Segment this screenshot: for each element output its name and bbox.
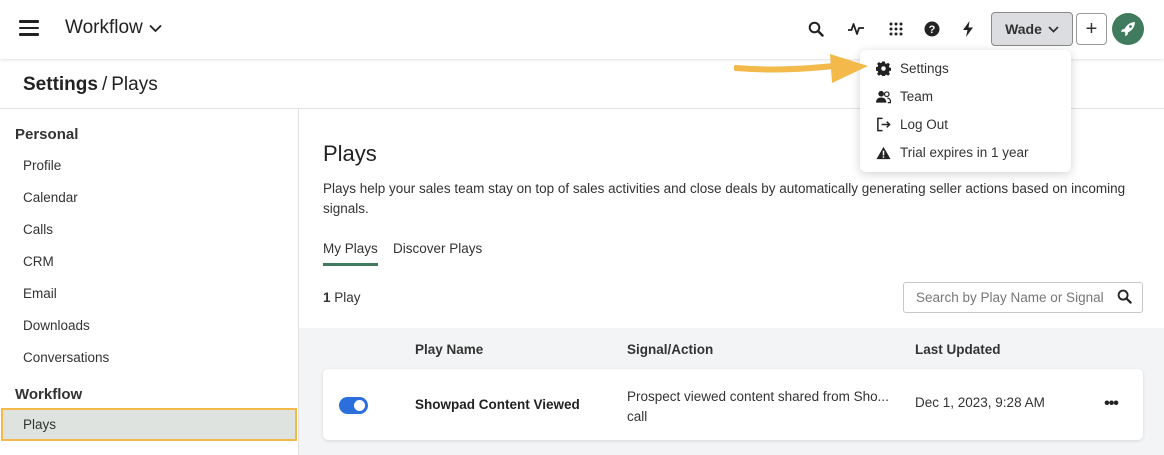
tab-my-plays[interactable]: My Plays — [323, 241, 378, 266]
sidebar-group-workflow: Workflow — [15, 386, 83, 403]
menu-item-trial-status: Trial expires in 1 year — [876, 145, 1029, 160]
page-title: Plays — [323, 141, 377, 166]
gear-icon — [876, 61, 891, 76]
search-icon[interactable] — [1117, 289, 1132, 309]
play-signal-action: Prospect viewed content shared from Sho.… — [627, 387, 897, 427]
table-row[interactable]: Showpad Content Viewed Prospect viewed c… — [323, 369, 1143, 440]
plus-icon: + — [1085, 17, 1098, 40]
user-menu-button[interactable]: Wade — [991, 12, 1073, 46]
menu-item-label: Settings — [900, 61, 949, 76]
rocket-icon[interactable] — [1112, 13, 1144, 45]
user-name: Wade — [1005, 21, 1042, 37]
menu-item-label: Team — [900, 89, 934, 104]
help-icon[interactable]: ? — [920, 17, 944, 41]
sidebar-item-downloads[interactable]: Downloads — [23, 318, 90, 333]
search-box — [903, 282, 1143, 313]
sidebar-item-crm[interactable]: CRM — [23, 254, 54, 269]
sidebar-item-calendar[interactable]: Calendar — [23, 190, 78, 205]
search-icon[interactable] — [804, 17, 828, 41]
column-header-last-updated[interactable]: Last Updated — [915, 342, 1001, 357]
plays-table: Play Name Signal/Action Last Updated Sho… — [299, 328, 1164, 455]
play-last-updated: Dec 1, 2023, 9:28 AM — [915, 395, 1045, 410]
more-options-icon[interactable]: ••• — [1101, 395, 1121, 415]
add-button[interactable]: + — [1076, 13, 1107, 45]
chevron-down-icon — [149, 24, 162, 32]
annotation-arrow — [734, 54, 868, 83]
sidebar-group-personal: Personal — [15, 126, 79, 143]
settings-sidebar: Personal Profile Calendar Calls CRM Emai… — [0, 109, 299, 455]
tab-discover-plays[interactable]: Discover Plays — [393, 241, 482, 263]
search-input[interactable] — [916, 290, 1106, 305]
sidebar-item-conversations[interactable]: Conversations — [23, 350, 109, 365]
sidebar-item-email[interactable]: Email — [23, 286, 57, 301]
column-header-signal-action[interactable]: Signal/Action — [627, 342, 713, 357]
apps-grid-icon[interactable] — [884, 17, 908, 41]
app-title: Workflow — [65, 17, 143, 38]
breadcrumb-page: Plays — [111, 74, 158, 95]
menu-item-team[interactable]: Team — [876, 89, 933, 104]
play-count: 1 Play — [323, 290, 361, 305]
menu-item-settings[interactable]: Settings — [876, 61, 949, 76]
menu-icon[interactable] — [19, 20, 39, 36]
activity-icon[interactable] — [844, 17, 868, 41]
breadcrumb: Settings / Plays — [23, 74, 158, 96]
page-description: Plays help your sales team stay on top o… — [323, 181, 1126, 216]
menu-item-label: Log Out — [900, 117, 949, 132]
play-count-number: 1 — [323, 290, 331, 305]
user-dropdown-menu: Settings Team Log Out Trial expires in 1… — [860, 50, 1071, 172]
column-header-play-name[interactable]: Play Name — [415, 342, 483, 357]
sidebar-item-label: Plays — [23, 417, 57, 432]
chevron-down-icon — [1048, 25, 1059, 33]
breadcrumb-section[interactable]: Settings — [23, 74, 98, 95]
svg-text:?: ? — [929, 24, 936, 36]
play-enabled-toggle[interactable] — [339, 397, 368, 414]
menu-item-log-out[interactable]: Log Out — [876, 117, 948, 132]
lightning-icon[interactable] — [956, 17, 980, 41]
sidebar-item-plays[interactable]: Plays — [1, 408, 297, 441]
team-icon — [876, 90, 891, 103]
app-switcher[interactable]: Workflow — [65, 17, 162, 39]
play-count-label: Play — [334, 290, 361, 305]
play-name[interactable]: Showpad Content Viewed — [415, 397, 580, 412]
logout-icon — [877, 117, 891, 132]
sidebar-item-profile[interactable]: Profile — [23, 158, 61, 173]
warning-icon — [876, 146, 891, 159]
signal-line-2: call — [627, 409, 648, 424]
breadcrumb-separator: / — [101, 74, 108, 95]
menu-item-label: Trial expires in 1 year — [900, 145, 1029, 160]
signal-line-1: Prospect viewed content shared from Sho.… — [627, 389, 889, 404]
sidebar-item-calls[interactable]: Calls — [23, 222, 53, 237]
